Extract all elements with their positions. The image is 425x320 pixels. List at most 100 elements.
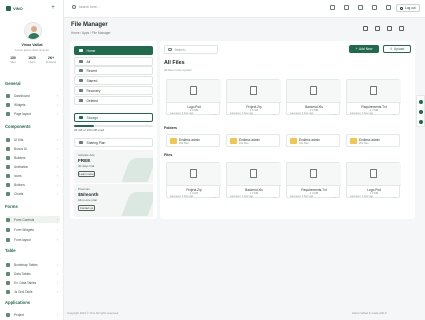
sharing-plan-button[interactable]: Sharing Plan bbox=[74, 138, 153, 147]
file-nav-recovery[interactable]: Recovery bbox=[74, 86, 153, 95]
file-nav-recent[interactable]: Recent bbox=[74, 66, 153, 75]
sidebar-item-ex-data-tables[interactable]: Ex. Data Tables › bbox=[6, 279, 60, 286]
top-search[interactable]: search here... bbox=[72, 5, 100, 9]
folder-name: Endless admin bbox=[179, 137, 200, 142]
profile-icon[interactable] bbox=[386, 5, 391, 10]
home-icon bbox=[79, 48, 83, 53]
chevron-right-icon: › bbox=[56, 191, 58, 196]
sidebar-item-buttons[interactable]: Buttons › bbox=[6, 181, 60, 188]
folder-card[interactable]: Endless admin 101 files bbox=[226, 134, 280, 147]
file-last-open: Last open: 1 hour ago bbox=[170, 195, 194, 198]
sidebar-item-animation[interactable]: Animation › bbox=[6, 163, 60, 170]
file-card[interactable]: Project.Zip 1.9 GB Last open: 1 hour ago… bbox=[166, 162, 221, 199]
spreadsheet-file-icon bbox=[310, 86, 317, 95]
file-search-input[interactable]: Search... bbox=[164, 45, 218, 54]
form-layout-icon bbox=[6, 237, 10, 242]
settings-icon[interactable] bbox=[387, 26, 392, 31]
sidebar-item-icons[interactable]: Icons › bbox=[6, 172, 60, 179]
folder-icon bbox=[229, 138, 237, 144]
file-nav-home[interactable]: Home bbox=[74, 46, 153, 55]
more-icon[interactable]: ⋯ bbox=[333, 195, 336, 199]
sidebar-item-ui-kits[interactable]: UI Kits › bbox=[6, 136, 60, 143]
file-card[interactable]: Backend.Xls 2.0 MB Last open: 1 hour ago… bbox=[286, 79, 341, 116]
search-icon bbox=[168, 47, 172, 52]
sidebar-item-form-widgets[interactable]: Form Widgets › bbox=[6, 226, 60, 233]
mail-icon[interactable] bbox=[363, 26, 368, 31]
folder-card[interactable]: Endless admin 204 files bbox=[346, 134, 400, 147]
folder-name: Endless admin bbox=[359, 137, 380, 142]
sidebar-item-bootstrap-tables[interactable]: Bootstrap Tables › bbox=[6, 261, 60, 268]
file-last-open: Last open: 1 hour ago bbox=[290, 112, 314, 115]
promo-button[interactable]: Learn more bbox=[78, 171, 95, 177]
fullscreen-icon[interactable] bbox=[330, 5, 335, 10]
gear-icon[interactable] bbox=[399, 26, 404, 31]
breadcrumb[interactable]: Home / Apps / File Manager bbox=[71, 31, 111, 35]
file-nav-all[interactable]: All bbox=[74, 57, 153, 66]
sidebar-item-dashboard[interactable]: Dashboard › bbox=[6, 92, 60, 99]
promo-line: Premium bbox=[78, 187, 91, 191]
sidebar-item-label: Charts bbox=[14, 191, 24, 196]
text-file-icon bbox=[310, 169, 317, 178]
brand-logo[interactable]: VINO bbox=[6, 6, 23, 11]
nav-heading-applications: Applications bbox=[5, 300, 31, 305]
sidebar-item-form-layout[interactable]: Form layout › bbox=[6, 236, 60, 243]
share-icon bbox=[79, 140, 83, 145]
footer-copyright: Copyright 2021 © Vino All rights reserve… bbox=[67, 311, 119, 315]
sidebar-item-label: Buttons bbox=[14, 182, 25, 187]
file-nav-starred[interactable]: Starred bbox=[74, 76, 153, 85]
storage-button[interactable]: Storage bbox=[74, 113, 153, 122]
more-icon[interactable]: ⋯ bbox=[213, 112, 216, 116]
ui-kits-icon bbox=[6, 137, 10, 142]
folder-card[interactable]: Endless admin 101 files bbox=[286, 134, 340, 147]
file-card[interactable]: Backend.Xls 2.0 MB Last open: 1 hour ago… bbox=[226, 162, 281, 199]
promo-button[interactable]: Contact us bbox=[78, 205, 95, 211]
file-nav-label: All bbox=[86, 59, 91, 64]
add-icon[interactable]: + bbox=[50, 5, 56, 11]
file-card[interactable]: Requirements.Txt 1.0 MB Last open: 1 hou… bbox=[346, 79, 401, 116]
add-new-button[interactable]: + Add New bbox=[349, 45, 379, 53]
stat-label: Products bbox=[45, 61, 57, 64]
table-icon bbox=[6, 289, 10, 294]
folder-icon bbox=[79, 59, 83, 64]
color-tool-icon[interactable] bbox=[419, 110, 423, 114]
sidebar-item-page-layout[interactable]: Page layout › bbox=[6, 110, 60, 117]
file-card[interactable]: Requirements.Txt 1.0 MB Last open: 1 hou… bbox=[286, 162, 341, 199]
table-icon bbox=[6, 271, 10, 276]
nav-heading-components: Components bbox=[5, 124, 31, 129]
icons-icon bbox=[6, 173, 10, 178]
file-nav-label: Deleted bbox=[86, 98, 98, 103]
sidebar-item-bonus-ui[interactable]: Bonus UI › bbox=[6, 145, 60, 152]
sidebar-item-project[interactable]: Project › bbox=[6, 311, 60, 318]
logout-button[interactable]: Log out bbox=[396, 4, 420, 12]
upload-button[interactable]: ⇪ Upload bbox=[383, 45, 411, 53]
chevron-right-icon: › bbox=[56, 146, 58, 151]
settings-tool-icon[interactable] bbox=[419, 120, 423, 124]
more-icon[interactable]: ⋯ bbox=[273, 112, 276, 116]
dashboard-icon bbox=[6, 93, 10, 98]
bell-icon[interactable] bbox=[358, 5, 363, 10]
layout-tool-icon[interactable] bbox=[419, 100, 423, 104]
file-card[interactable]: Logo.Psd 2.0 MB Last open: 1 hour ago ⋯ bbox=[166, 79, 221, 116]
folder-card[interactable]: Endless admin 204 files bbox=[166, 134, 220, 147]
sidebar-item-form-controls[interactable]: Form Controls › bbox=[6, 216, 60, 223]
sidebar-item-data-tables[interactable]: Data Tables › bbox=[6, 270, 60, 277]
sidebar-item-charts[interactable]: Charts › bbox=[6, 190, 60, 197]
chevron-right-icon: › bbox=[56, 182, 58, 187]
chevron-right-icon: › bbox=[56, 289, 58, 294]
calendar-icon[interactable] bbox=[375, 26, 380, 31]
more-icon[interactable]: ⋯ bbox=[333, 112, 336, 116]
more-icon[interactable]: ⋯ bbox=[273, 195, 276, 199]
moon-icon[interactable] bbox=[344, 5, 349, 10]
file-nav-deleted[interactable]: Deleted bbox=[74, 96, 153, 105]
avatar[interactable] bbox=[24, 22, 42, 40]
chat-icon[interactable] bbox=[372, 5, 377, 10]
file-card[interactable]: Project.Zip 1.9 GB Last open: 1 hour ago… bbox=[226, 79, 281, 116]
sidebar-item-widgets[interactable]: Widgets › bbox=[6, 101, 60, 108]
more-icon[interactable]: ⋯ bbox=[213, 195, 216, 199]
sidebar-item-builders[interactable]: Builders › bbox=[6, 154, 60, 161]
more-icon[interactable]: ⋯ bbox=[393, 112, 396, 116]
sidebar-item-js-grid-table[interactable]: Js Grid Table › bbox=[6, 288, 60, 295]
more-icon[interactable]: ⋯ bbox=[393, 195, 396, 199]
file-card[interactable]: Logo.Psd 2.0 MB Last open: 1 hour ago ⋯ bbox=[346, 162, 401, 199]
storage-usage-text: 25 GB of 100 GB used bbox=[74, 128, 105, 132]
